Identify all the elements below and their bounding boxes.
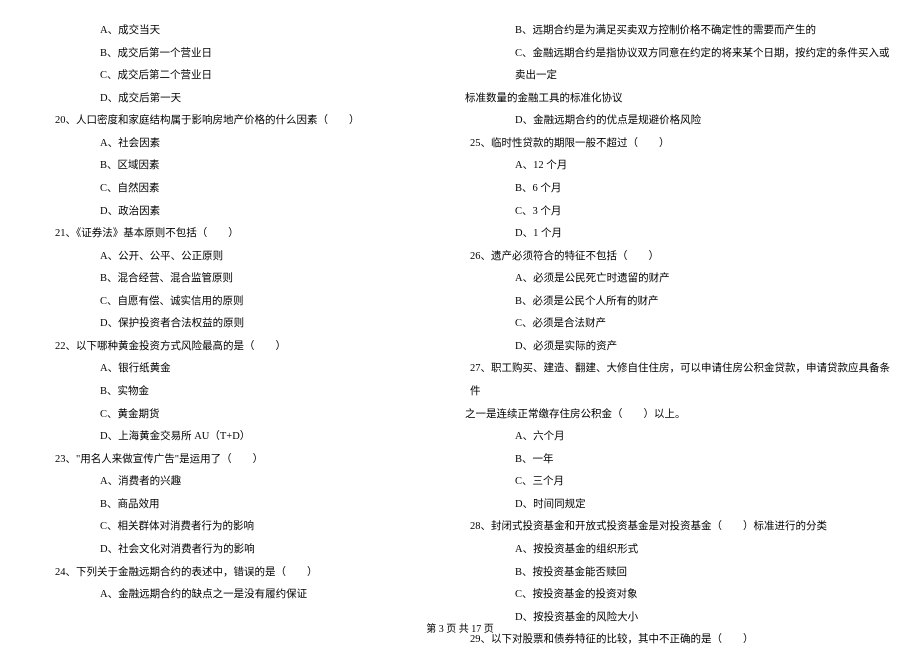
- q19-option: B、成交后第一个营业日: [30, 43, 455, 66]
- q26-option: D、必须是实际的资产: [465, 336, 890, 359]
- right-column: B、远期合约是为满足买卖双方控制价格不确定性的需要而产生的 C、金融远期合约是指…: [465, 20, 890, 652]
- page-container: A、成交当天 B、成交后第一个营业日 C、成交后第二个营业日 D、成交后第一天 …: [0, 0, 920, 652]
- q22-option: C、黄金期货: [30, 404, 455, 427]
- q27-option: A、六个月: [465, 426, 890, 449]
- q25-text: 25、临时性贷款的期限一般不超过（ ）: [465, 133, 890, 156]
- q27-continuation: 之一是连续正常缴存住房公积金（ ）以上。: [465, 404, 890, 427]
- q27-option: B、一年: [465, 449, 890, 472]
- q28-option: A、按投资基金的组织形式: [465, 539, 890, 562]
- q22-option: A、银行纸黄金: [30, 358, 455, 381]
- q20-text: 20、人口密度和家庭结构属于影响房地产价格的什么因素（ ）: [30, 110, 455, 133]
- q21-option: A、公开、公平、公正原则: [30, 246, 455, 269]
- q21-option: B、混合经营、混合监管原则: [30, 268, 455, 291]
- q26-text: 26、遗产必须符合的特征不包括（ ）: [465, 246, 890, 269]
- q24-option: D、金融远期合约的优点是规避价格风险: [465, 110, 890, 133]
- q26-option: C、必须是合法财产: [465, 313, 890, 336]
- q21-text: 21、《证券法》基本原则不包括（ ）: [30, 223, 455, 246]
- q23-option: D、社会文化对消费者行为的影响: [30, 539, 455, 562]
- q25-option: C、3 个月: [465, 201, 890, 224]
- q23-option: A、消费者的兴趣: [30, 471, 455, 494]
- q24-option: C、金融远期合约是指协议双方同意在约定的将来某个日期，按约定的条件买入或卖出一定: [465, 43, 890, 88]
- q19-option: A、成交当天: [30, 20, 455, 43]
- q24-text: 24、下列关于金融远期合约的表述中，错误的是（ ）: [30, 562, 455, 585]
- q28-option: C、按投资基金的投资对象: [465, 584, 890, 607]
- q25-option: B、6 个月: [465, 178, 890, 201]
- q20-option: B、区域因素: [30, 155, 455, 178]
- q23-text: 23、"用名人来做宣传广告"是运用了（ ）: [30, 449, 455, 472]
- q19-option: D、成交后第一天: [30, 88, 455, 111]
- q23-option: B、商品效用: [30, 494, 455, 517]
- q21-option: D、保护投资者合法权益的原则: [30, 313, 455, 336]
- q20-option: A、社会因素: [30, 133, 455, 156]
- q20-option: D、政治因素: [30, 201, 455, 224]
- q22-option: D、上海黄金交易所 AU（T+D）: [30, 426, 455, 449]
- q20-option: C、自然因素: [30, 178, 455, 201]
- q22-text: 22、以下哪种黄金投资方式风险最高的是（ ）: [30, 336, 455, 359]
- q27-option: C、三个月: [465, 471, 890, 494]
- q25-option: D、1 个月: [465, 223, 890, 246]
- q27-option: D、时间同规定: [465, 494, 890, 517]
- q26-option: A、必须是公民死亡时遗留的财产: [465, 268, 890, 291]
- q26-option: B、必须是公民个人所有的财产: [465, 291, 890, 314]
- q24-continuation: 标准数量的金融工具的标准化协议: [465, 88, 890, 111]
- q23-option: C、相关群体对消费者行为的影响: [30, 516, 455, 539]
- q25-option: A、12 个月: [465, 155, 890, 178]
- q27-text: 27、职工购买、建造、翻建、大修自住住房，可以申请住房公积金贷款，申请贷款应具备…: [465, 358, 890, 403]
- q21-option: C、自愿有偿、诚实信用的原则: [30, 291, 455, 314]
- q28-text: 28、封闭式投资基金和开放式投资基金是对投资基金（ ）标准进行的分类: [465, 516, 890, 539]
- q28-option: B、按投资基金能否赎回: [465, 562, 890, 585]
- q22-option: B、实物金: [30, 381, 455, 404]
- page-footer: 第 3 页 共 17 页: [0, 620, 920, 635]
- left-column: A、成交当天 B、成交后第一个营业日 C、成交后第二个营业日 D、成交后第一天 …: [30, 20, 455, 652]
- q19-option: C、成交后第二个营业日: [30, 65, 455, 88]
- q24-option: A、金融远期合约的缺点之一是没有履约保证: [30, 584, 455, 607]
- q24-option: B、远期合约是为满足买卖双方控制价格不确定性的需要而产生的: [465, 20, 890, 43]
